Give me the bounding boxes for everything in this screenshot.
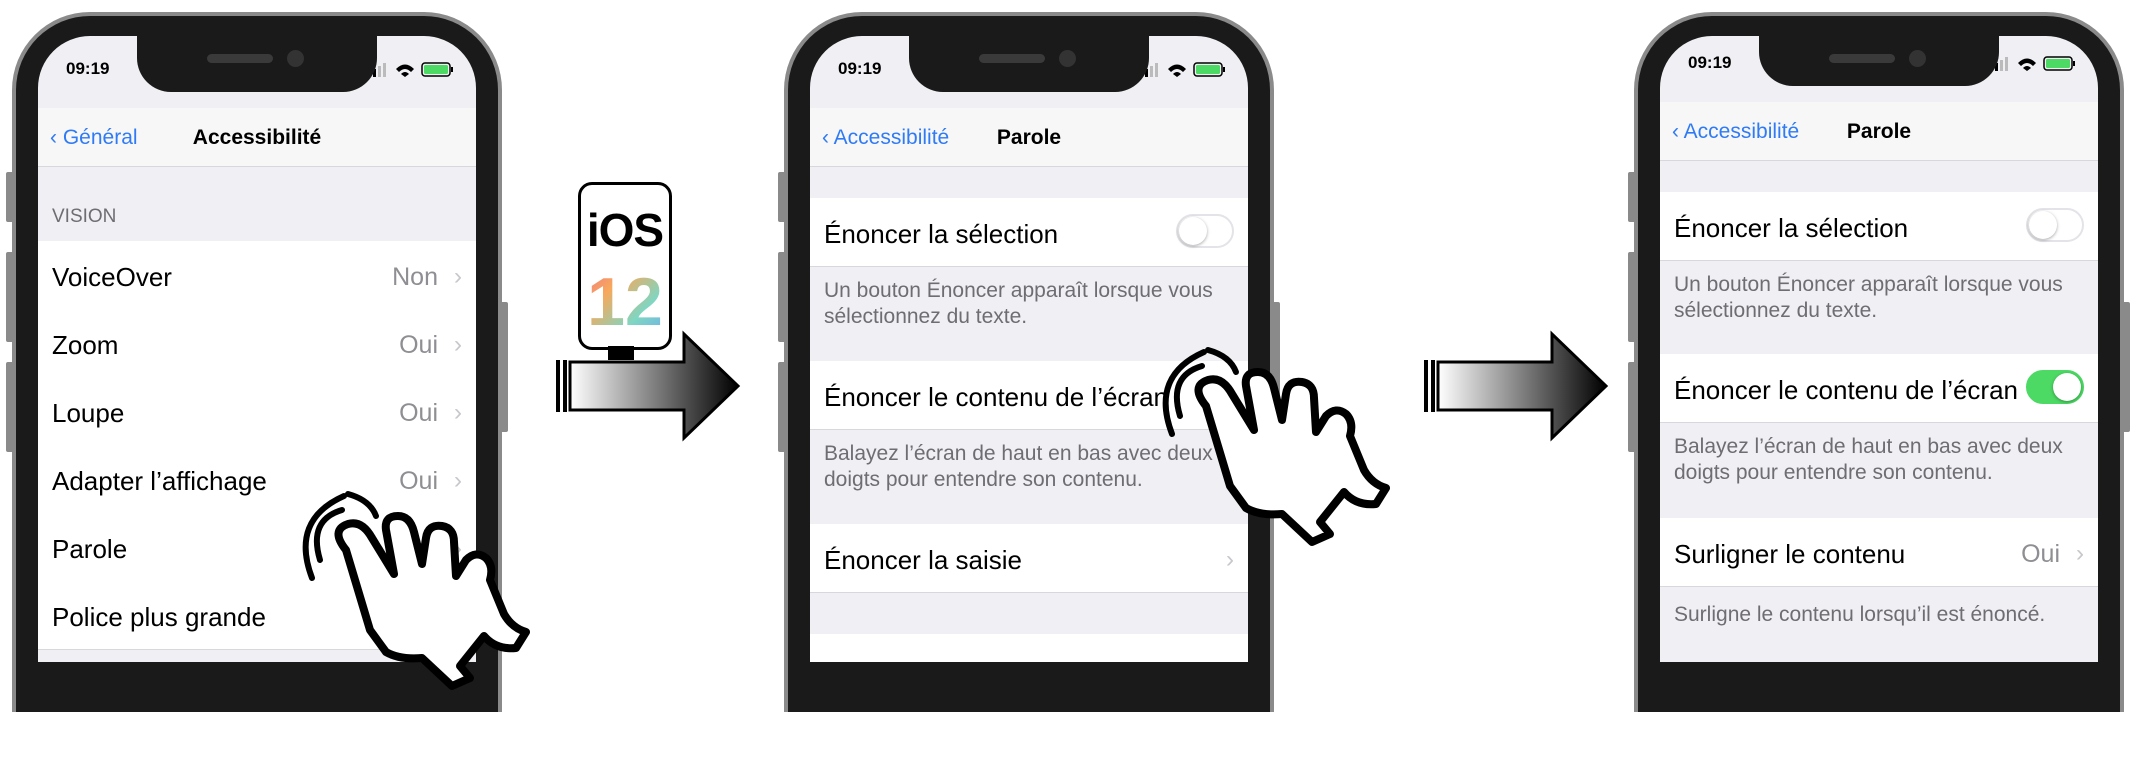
row-enoncer-selection[interactable]: Énoncer la sélection bbox=[810, 198, 1248, 267]
status-time: 09:19 bbox=[838, 59, 882, 78]
toggle-enoncer-contenu[interactable] bbox=[2026, 370, 2084, 404]
row-surligner-contenu[interactable]: Surligner le contenu Oui › bbox=[1660, 518, 2098, 587]
ios-badge-icon: iOS 12 bbox=[578, 182, 672, 350]
row-label: Énoncer la saisie bbox=[824, 545, 1022, 575]
footer-selection: Un bouton Énoncer apparaît lorsque vous … bbox=[1674, 273, 2063, 322]
nav-bar: ‹ Accessibilité Parole bbox=[810, 108, 1248, 167]
row-label: Police plus grande bbox=[52, 602, 266, 632]
row-next bbox=[810, 634, 1248, 662]
row-label: Adapter l’affichage bbox=[52, 466, 267, 496]
row-value: Oui bbox=[399, 331, 438, 359]
signal-wifi-battery-icon bbox=[1140, 62, 1225, 77]
tap-hand-icon bbox=[1162, 347, 1390, 546]
signal-wifi-battery-icon bbox=[368, 62, 453, 77]
status-icons bbox=[368, 60, 458, 83]
row-label: Parole bbox=[52, 534, 128, 564]
chevron-right-icon: › bbox=[2076, 540, 2084, 567]
right-arrow-icon bbox=[556, 330, 741, 442]
status-time: 09:19 bbox=[1688, 53, 1732, 72]
chevron-right-icon: › bbox=[454, 331, 462, 358]
nav-title: Parole bbox=[1846, 120, 1912, 143]
row-loupe[interactable]: Loupe Oui › bbox=[38, 377, 476, 446]
footer-selection: Un bouton Énoncer apparaît lorsque vous … bbox=[824, 279, 1213, 328]
screen-3: 09:19 ‹ Accessibilité Parole Énoncer la … bbox=[1660, 36, 2098, 662]
ios-label: iOS bbox=[586, 204, 664, 256]
nav-title: Accessibilité bbox=[192, 126, 322, 149]
row-value: Oui bbox=[2021, 540, 2060, 568]
row-zoom[interactable]: Zoom Oui › bbox=[38, 309, 476, 378]
status-icons bbox=[1140, 60, 1230, 83]
row-label: Surligner le contenu bbox=[1674, 539, 1906, 569]
phone-3: 09:19 ‹ Accessibilité Parole Énoncer la … bbox=[1628, 12, 2130, 712]
tap-hand-icon bbox=[302, 491, 530, 690]
status-time: 09:19 bbox=[66, 59, 110, 78]
section-header: VISION bbox=[52, 206, 117, 227]
chevron-right-icon: › bbox=[454, 399, 462, 426]
row-label: Énoncer la sélection bbox=[1674, 213, 1909, 243]
row-voiceover[interactable]: VoiceOver Non › bbox=[38, 241, 476, 310]
row-label: Zoom bbox=[52, 330, 119, 360]
status-icons bbox=[1990, 54, 2080, 77]
row-label: VoiceOver bbox=[52, 262, 172, 292]
nav-title: Parole bbox=[996, 126, 1062, 149]
row-enoncer-selection[interactable]: Énoncer la sélection bbox=[1660, 192, 2098, 261]
nav-bar: ‹ Accessibilité Parole bbox=[1660, 102, 2098, 161]
signal-wifi-battery-icon bbox=[1990, 56, 2075, 71]
nav-bar: ‹ Général Accessibilité bbox=[38, 108, 476, 167]
row-enoncer-contenu[interactable]: Énoncer le contenu de l’écran bbox=[1660, 354, 2098, 423]
row-label: Loupe bbox=[52, 398, 125, 428]
toggle-enoncer-selection[interactable] bbox=[1176, 214, 1234, 248]
row-label: Énoncer le contenu de l’écran bbox=[1674, 375, 2019, 405]
row-label: Énoncer le contenu de l’écran bbox=[824, 382, 1169, 412]
row-value: Oui bbox=[399, 399, 438, 427]
footer-contenu: Balayez l’écran de haut en bas avec deux… bbox=[1674, 435, 2063, 484]
row-value: Non bbox=[392, 263, 438, 291]
toggle-enoncer-selection[interactable] bbox=[2026, 208, 2084, 242]
chevron-right-icon: › bbox=[454, 263, 462, 290]
footer-surligner: Surligne le contenu lorsqu’il est énoncé… bbox=[1674, 603, 2046, 626]
row-label: Énoncer la sélection bbox=[824, 219, 1059, 249]
right-arrow-icon bbox=[1424, 330, 1609, 442]
